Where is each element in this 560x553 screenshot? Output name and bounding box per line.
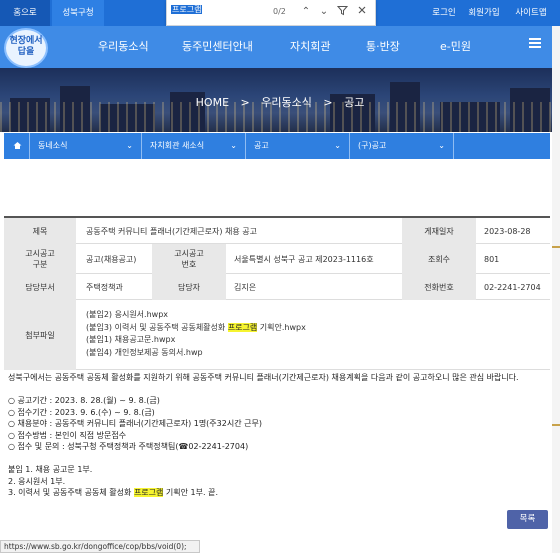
post-item: ○ 채용분야 : 공동주택 커뮤니티 플래너(기간제근로자) 1명(주32시간 … — [8, 419, 262, 428]
post-item: ○ 접수방법 : 본인이 직접 방문접수 — [8, 430, 127, 440]
table-row: 고시공고 구분 공고(채용공고) 고시공고 번호 서울특별시 성북구 공고 제2… — [4, 244, 550, 274]
chevron-down-icon: ⌄ — [438, 141, 445, 150]
district-office-link[interactable]: 성북구청 — [52, 0, 104, 26]
subnav-notice[interactable]: 공고 ⌄ — [246, 133, 350, 159]
find-query: 프로그램 — [171, 5, 203, 14]
login-link[interactable]: 로그인 — [426, 0, 462, 26]
subnav-local-news[interactable]: 동네소식 ⌄ — [30, 133, 142, 159]
attachment-link[interactable]: (붙임1) 채용공고문.hwpx — [86, 334, 550, 347]
post-intro: 성북구에서는 공동주택 공동체 활성화를 지원하기 위해 공동주택 커뮤니티 플… — [8, 373, 519, 382]
table-row: 제목 공동주택 커뮤니티 플래너(기간제근로자) 채용 공고 게재일자 2023… — [4, 218, 550, 244]
attachment-link[interactable]: (붙임2) 응시원서.hwpx — [86, 309, 550, 322]
site-logo[interactable]: 현장에서 답을 — [4, 28, 48, 68]
attachment-list: (붙임2) 응시원서.hwpx (붙임3) 이력서 및 공동주택 공동체활성화 … — [80, 300, 550, 370]
filter-icon[interactable] — [335, 5, 349, 19]
list-button[interactable]: 목록 — [507, 510, 548, 529]
enclosure-line: 2. 응시원서 1부. — [8, 476, 66, 486]
attachment-link[interactable]: (붙임3) 이력서 및 공동주택 공동체활성화 프로그램 기획안.hwpx — [86, 322, 550, 335]
close-icon[interactable] — [355, 5, 369, 19]
enclosure-line: 붙임 1. 채용 공고문 1부. — [8, 465, 93, 474]
post-item: ○ 공고기간 : 2023. 8. 28.(월) ~ 9. 8.(금) — [8, 396, 160, 405]
subnav-old-notice[interactable]: (구)공고 ⌄ — [350, 133, 454, 159]
breadcrumb-section[interactable]: 우리동소식 — [261, 96, 312, 109]
post-dept: 주택정책과 — [86, 282, 123, 292]
find-in-page-bar: 프로그램 0/2 ⌃ ⌄ — [166, 0, 376, 26]
table-row: 첨부파일 (붙임2) 응시원서.hwpx (붙임3) 이력서 및 공동주택 공동… — [4, 300, 550, 370]
nav-center-info[interactable]: 동주민센터안내 — [182, 26, 253, 68]
enclosure-line: 3. 이력서 및 공동주택 공동체 활성화 프로그램 기획안 1부. 끝. — [8, 488, 218, 497]
find-input[interactable]: 프로그램 — [171, 4, 261, 20]
chevron-down-icon: ⌄ — [334, 141, 341, 150]
post-title: 공동주택 커뮤니티 플래너(기간제근로자) 채용 공고 — [86, 226, 257, 236]
scrollbar[interactable] — [552, 26, 560, 553]
nav-news[interactable]: 우리동소식 — [98, 26, 149, 68]
subnav-hall-news[interactable]: 자치회관 새소식 ⌄ — [142, 133, 246, 159]
chevron-down-icon: ⌄ — [230, 141, 237, 150]
post-body: 성북구에서는 공동주택 공동체 활성화를 지원하기 위해 공동주택 커뮤니티 플… — [8, 372, 548, 499]
post-item: ○ 접수 및 문의 : 성북구청 주택정책과 주택정책팀(☎02-2241-27… — [8, 442, 249, 451]
attachment-link[interactable]: (붙임4) 개인정보제공 동의서.hwp — [86, 347, 550, 360]
menu-icon[interactable] — [529, 38, 541, 48]
logo-line2: 답을 — [17, 47, 35, 57]
post-number: 서울특별시 성북구 공고 제2023-1116호 — [234, 254, 374, 264]
chevron-down-icon[interactable]: ⌄ — [317, 5, 331, 19]
breadcrumb: HOME > 우리동소식 > 공고 — [195, 96, 365, 109]
nav-autonomy-hall[interactable]: 자치회관 — [290, 26, 330, 68]
post-views: 801 — [484, 254, 500, 264]
breadcrumb-page: 공고 — [344, 96, 365, 109]
post-date: 2023-08-28 — [484, 226, 531, 236]
post-person: 김지은 — [234, 282, 257, 292]
home-link[interactable]: 홈으로 — [0, 0, 50, 26]
logo-line1: 현장에서 — [9, 36, 43, 46]
breadcrumb-home[interactable]: HOME — [196, 96, 229, 109]
signup-link[interactable]: 회원가입 — [464, 0, 504, 26]
post-type: 공고(채용공고) — [86, 254, 137, 264]
home-icon[interactable] — [4, 133, 30, 159]
table-row: 담당부서 주택정책과 담당자 김지은 전화번호 02-2241-2704 — [4, 274, 550, 300]
post-phone: 02-2241-2704 — [484, 282, 541, 292]
find-match-marker — [552, 246, 560, 248]
find-match-count: 0/2 — [273, 7, 286, 16]
sitemap-link[interactable]: 사이트맵 — [506, 0, 556, 26]
find-match-marker — [552, 424, 560, 426]
chevron-down-icon: ⌄ — [126, 141, 133, 150]
post-item: ○ 접수기간 : 2023. 9. 6.(수) ~ 9. 8.(금) — [8, 407, 155, 417]
nav-e-civil[interactable]: e-민원 — [440, 26, 471, 68]
chevron-up-icon[interactable]: ⌃ — [299, 5, 313, 19]
nav-tongban[interactable]: 통·반장 — [366, 26, 400, 68]
sub-navigation: 동네소식 ⌄ 자치회관 새소식 ⌄ 공고 ⌄ (구)공고 ⌄ — [4, 133, 550, 159]
post-detail-table: 제목 공동주택 커뮤니티 플래너(기간제근로자) 채용 공고 게재일자 2023… — [4, 216, 550, 370]
main-navigation — [0, 26, 560, 68]
status-url: https://www.sb.go.kr/dongoffice/cop/bbs/… — [0, 540, 200, 553]
